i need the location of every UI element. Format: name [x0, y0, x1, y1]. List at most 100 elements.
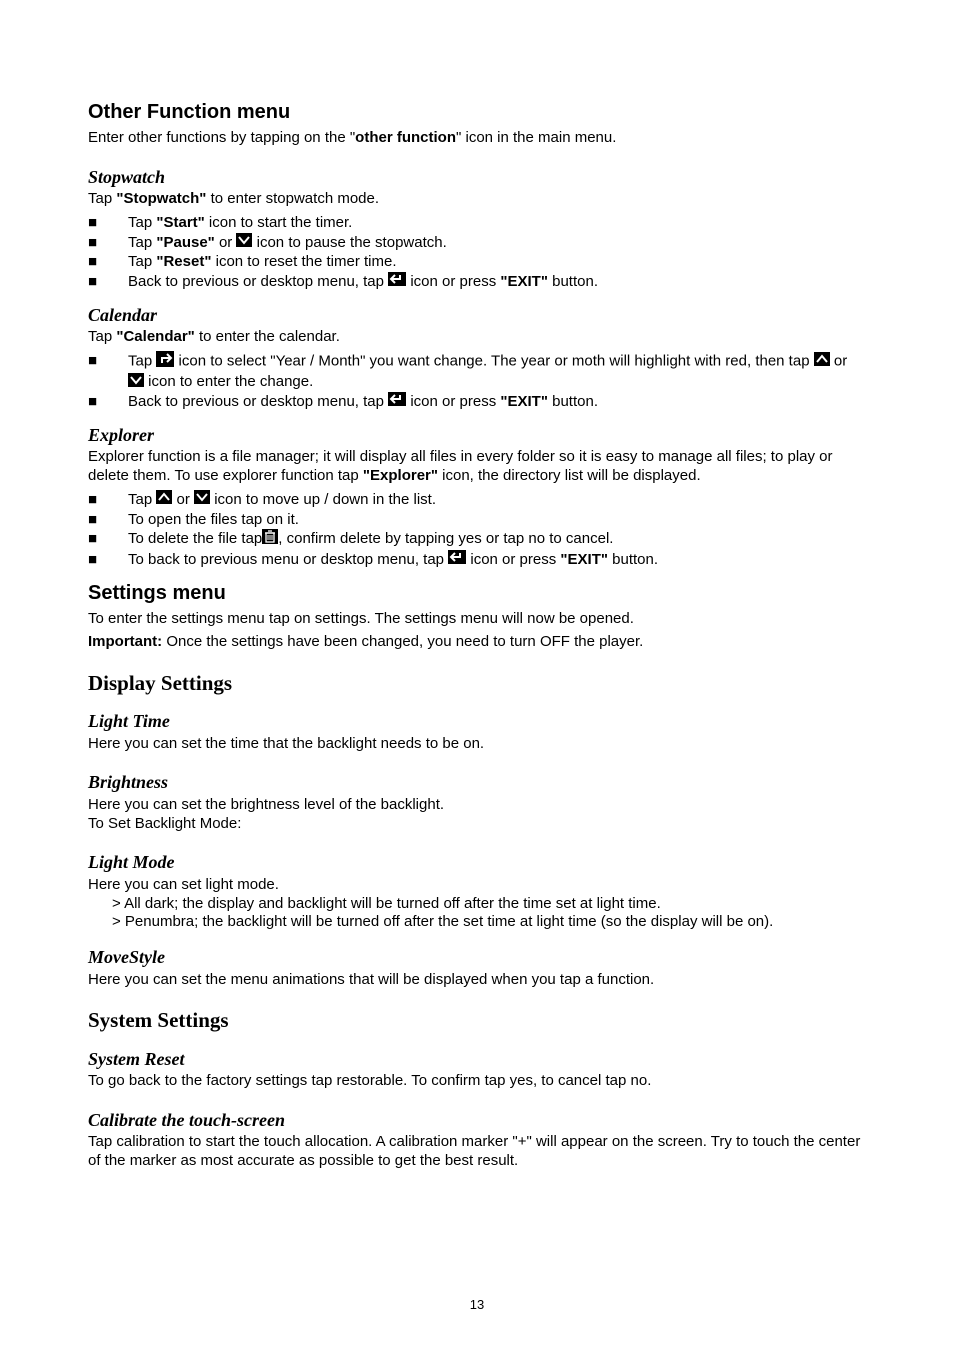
text: Tap	[88, 190, 116, 207]
stopwatch-list: ■ Tap "Start" icon to start the timer. ■…	[88, 213, 866, 292]
text: To back to previous menu or desktop menu…	[128, 551, 448, 568]
text: icon to move up / down in the list.	[210, 491, 436, 508]
heading-light-time: Light Time	[88, 710, 866, 733]
light-mode-text: Here you can set light mode.	[88, 876, 866, 895]
text: Tap	[128, 491, 156, 508]
text-bold: Important:	[88, 633, 162, 650]
text: To delete the file tap	[128, 530, 262, 547]
heading-calibrate: Calibrate the touch-screen	[88, 1109, 866, 1132]
heading-movestyle: MoveStyle	[88, 946, 866, 969]
heading-other-function: Other Function menu	[88, 100, 866, 125]
bullet-icon: ■	[88, 233, 128, 253]
list-item: ■ Tap "Pause" or icon to pause the stopw…	[88, 233, 866, 253]
chevron-up-icon	[156, 490, 172, 510]
chevron-down-icon	[128, 373, 144, 393]
text: icon to select "Year / Month" you want c…	[174, 353, 813, 370]
text: Tap	[128, 353, 156, 370]
text: icon or press	[406, 393, 500, 410]
heading-display-settings: Display Settings	[88, 670, 866, 696]
text: icon or press	[406, 273, 500, 290]
text: to enter stopwatch mode.	[206, 190, 379, 207]
text-bold: "Explorer"	[363, 467, 438, 484]
text: icon, the directory list will be display…	[438, 467, 701, 484]
text: icon to enter the change.	[144, 373, 313, 390]
bullet-icon: ■	[88, 213, 128, 233]
light-mode-opt1: > All dark; the display and backlight wi…	[88, 895, 866, 914]
text-bold: "Pause"	[156, 234, 214, 251]
heading-system-settings: System Settings	[88, 1007, 866, 1033]
text: icon to reset the timer time.	[211, 253, 396, 270]
list-item: ■ To open the files tap on it.	[88, 510, 866, 530]
text: , confirm delete by tapping yes or tap n…	[278, 530, 613, 547]
text: to enter the calendar.	[195, 328, 340, 345]
back-arrow-icon	[388, 392, 406, 412]
list-item: ■ To delete the file tap , confirm delete…	[88, 529, 866, 550]
bullet-icon: ■	[88, 550, 128, 570]
bullet-icon: ■	[88, 510, 128, 530]
heading-settings-menu: Settings menu	[88, 581, 866, 606]
text: icon or press	[466, 551, 560, 568]
list-item: ■ Tap or icon to move up / down in the l…	[88, 490, 866, 510]
text: or	[215, 234, 237, 251]
light-time-text: Here you can set the time that the backl…	[88, 735, 866, 754]
text: Back to previous or desktop menu, tap	[128, 393, 388, 410]
text: Tap	[128, 253, 156, 270]
list-item: ■ Back to previous or desktop menu, tap …	[88, 392, 866, 412]
calibrate-text: Tap calibration to start the touch alloc…	[88, 1133, 866, 1171]
text: button.	[548, 393, 598, 410]
text: Once the settings have been changed, you…	[162, 633, 643, 650]
trash-icon	[262, 529, 278, 550]
explorer-intro: Explorer function is a file manager; it …	[88, 448, 866, 486]
text-bold: "Calendar"	[116, 328, 194, 345]
text-bold: "Stopwatch"	[116, 190, 206, 207]
chevron-down-icon	[236, 233, 252, 253]
text-bold: "Reset"	[156, 253, 211, 270]
page-number: 13	[0, 1297, 954, 1313]
text: Tap	[88, 328, 116, 345]
heading-stopwatch: Stopwatch	[88, 166, 866, 189]
list-item: ■ To back to previous menu or desktop me…	[88, 550, 866, 570]
list-item: ■ Tap "Reset" icon to reset the timer ti…	[88, 252, 866, 272]
heading-light-mode: Light Mode	[88, 851, 866, 874]
heading-system-reset: System Reset	[88, 1048, 866, 1071]
list-item: ■ Tap "Start" icon to start the timer.	[88, 213, 866, 233]
calendar-list: ■ Tap icon to select "Year / Month" you …	[88, 351, 866, 412]
text: or	[830, 353, 848, 370]
forward-arrow-icon	[156, 351, 174, 373]
stopwatch-intro: Tap "Stopwatch" to enter stopwatch mode.	[88, 190, 866, 209]
other-function-intro: Enter other functions by tapping on the …	[88, 129, 866, 148]
bullet-icon: ■	[88, 529, 128, 549]
text: Tap	[128, 214, 156, 231]
chevron-down-icon	[194, 490, 210, 510]
text: icon to pause the stopwatch.	[252, 234, 446, 251]
brightness-text2: To Set Backlight Mode:	[88, 815, 866, 834]
text-bold: "EXIT"	[500, 273, 548, 290]
heading-calendar: Calendar	[88, 304, 866, 327]
text: Tap	[128, 234, 156, 251]
text-bold: "EXIT"	[560, 551, 608, 568]
settings-p1: To enter the settings menu tap on settin…	[88, 610, 866, 629]
text: icon to start the timer.	[205, 214, 353, 231]
text: " icon in the main menu.	[456, 129, 616, 146]
text: Enter other functions by tapping on the …	[88, 129, 355, 146]
bullet-icon: ■	[88, 272, 128, 292]
heading-explorer: Explorer	[88, 424, 866, 447]
back-arrow-icon	[388, 272, 406, 292]
bullet-icon: ■	[88, 252, 128, 272]
list-item: ■ Back to previous or desktop menu, tap …	[88, 272, 866, 292]
bullet-icon: ■	[88, 351, 128, 371]
list-item: ■ Tap icon to select "Year / Month" you …	[88, 351, 866, 392]
text: Back to previous or desktop menu, tap	[128, 273, 388, 290]
heading-brightness: Brightness	[88, 771, 866, 794]
text-bold: other function	[355, 129, 456, 146]
chevron-up-icon	[814, 352, 830, 372]
back-arrow-icon	[448, 550, 466, 570]
explorer-list: ■ Tap or icon to move up / down in the l…	[88, 490, 866, 570]
text: To open the files tap on it.	[128, 510, 866, 530]
light-mode-opt2: > Penumbra; the backlight will be turned…	[88, 913, 866, 932]
text: button.	[548, 273, 598, 290]
calendar-intro: Tap "Calendar" to enter the calendar.	[88, 328, 866, 347]
text: or	[172, 491, 194, 508]
system-reset-text: To go back to the factory settings tap r…	[88, 1072, 866, 1091]
bullet-icon: ■	[88, 392, 128, 412]
